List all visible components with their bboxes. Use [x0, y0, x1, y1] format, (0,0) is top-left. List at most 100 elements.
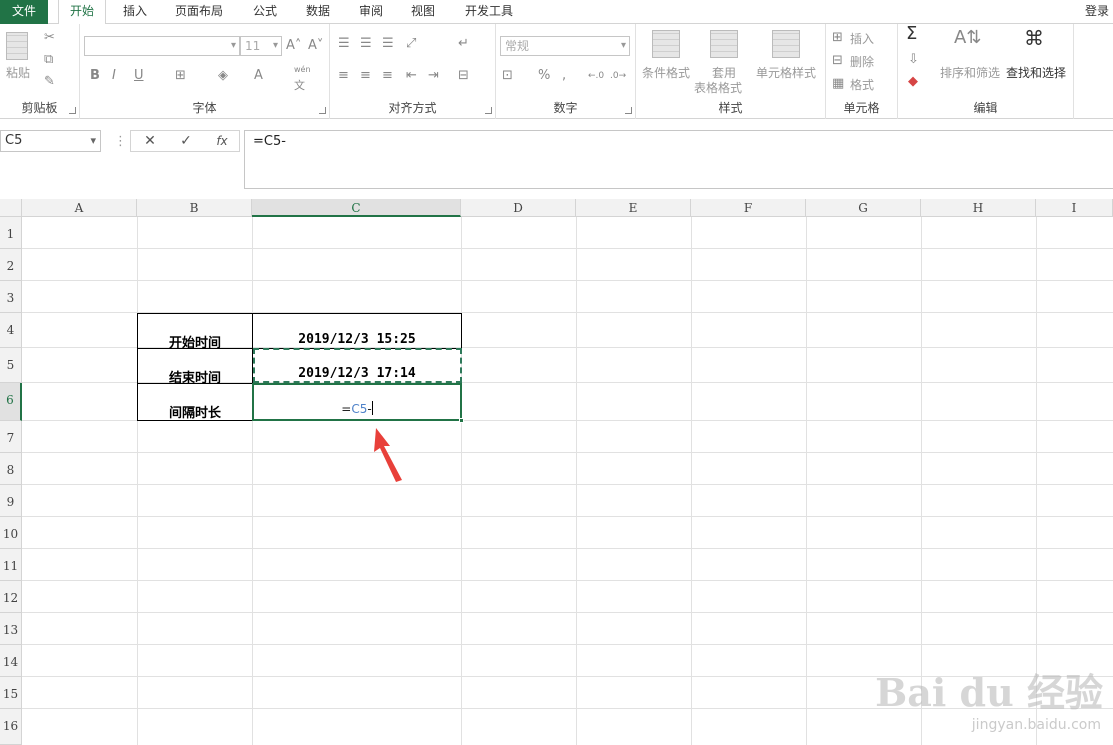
align-left-icon[interactable]: ≡: [338, 68, 349, 84]
comma-button[interactable]: ,: [562, 68, 566, 84]
increase-decimal-icon[interactable]: ←.0: [588, 68, 604, 84]
column-header-i[interactable]: I: [1036, 199, 1113, 217]
cell-b4-start-label[interactable]: 开始时间: [137, 313, 253, 351]
column-header-d[interactable]: D: [461, 199, 576, 217]
tab-file[interactable]: 文件: [0, 0, 48, 24]
column-header-g[interactable]: G: [806, 199, 921, 217]
format-painter-icon[interactable]: ✎: [44, 74, 55, 90]
align-right-icon[interactable]: ≡: [382, 68, 393, 84]
formula-input[interactable]: =C5-: [244, 130, 1113, 189]
format-cells-button[interactable]: 格式: [850, 76, 874, 93]
row-header-7[interactable]: 7: [0, 421, 22, 453]
align-bottom-icon[interactable]: ☰: [382, 36, 394, 52]
tab-developer[interactable]: 开发工具: [456, 0, 522, 24]
cell-c5-end-value[interactable]: 2019/12/3 17:14: [252, 348, 462, 384]
align-top-icon[interactable]: ☰: [338, 36, 350, 52]
row-header-16[interactable]: 16: [0, 709, 22, 745]
align-center-icon[interactable]: ≡: [360, 68, 371, 84]
column-header-a[interactable]: A: [22, 199, 137, 217]
merge-center-icon[interactable]: ⊟: [458, 68, 469, 84]
underline-button[interactable]: U: [134, 68, 144, 84]
gridline-h: [22, 580, 1113, 581]
insert-function-button[interactable]: fx: [207, 131, 237, 151]
copy-icon[interactable]: ⧉: [44, 52, 53, 68]
paste-button[interactable]: 粘贴: [6, 64, 30, 81]
increase-indent-icon[interactable]: ⇥: [428, 68, 439, 84]
font-size-combo[interactable]: 11: [240, 36, 282, 56]
tab-review[interactable]: 审阅: [348, 0, 394, 24]
tab-home[interactable]: 开始: [58, 0, 106, 25]
decrease-font-icon[interactable]: A˅: [308, 38, 323, 54]
row-header-8[interactable]: 8: [0, 453, 22, 485]
row-header-15[interactable]: 15: [0, 677, 22, 709]
alignment-launcher-icon[interactable]: [485, 107, 492, 114]
autosum-icon[interactable]: Σ: [906, 25, 917, 43]
phonetic-icon[interactable]: wén 文: [294, 62, 311, 94]
font-name-combo[interactable]: [84, 36, 240, 56]
gridline-h: [22, 280, 1113, 281]
number-launcher-icon[interactable]: [625, 107, 632, 114]
clipboard-launcher-icon[interactable]: [69, 107, 76, 114]
row-header-13[interactable]: 13: [0, 613, 22, 645]
row-header-10[interactable]: 10: [0, 517, 22, 549]
column-header-f[interactable]: F: [691, 199, 806, 217]
ribbon-home: 粘贴 ✂ ⧉ ✎ 剪贴板 11 A˄ A˅ B I U ⊞ ◈ A wén 文 …: [0, 24, 1113, 119]
column-header-h[interactable]: H: [921, 199, 1036, 217]
row-header-11[interactable]: 11: [0, 549, 22, 581]
column-header-c[interactable]: C: [252, 199, 461, 217]
font-launcher-icon[interactable]: [319, 107, 326, 114]
border-icon[interactable]: ⊞: [175, 68, 186, 84]
tab-insert[interactable]: 插入: [112, 0, 158, 24]
row-header-1[interactable]: 1: [0, 217, 22, 249]
cancel-formula-button[interactable]: ✕: [135, 131, 165, 151]
font-color-icon[interactable]: A: [254, 68, 263, 84]
delete-cells-button[interactable]: 删除: [850, 53, 874, 70]
fill-color-icon[interactable]: ◈: [218, 68, 228, 84]
row-header-3[interactable]: 3: [0, 281, 22, 313]
paste-icon: [6, 32, 28, 60]
decrease-indent-icon[interactable]: ⇤: [406, 68, 417, 84]
fill-icon[interactable]: ⇩: [908, 52, 919, 68]
fill-handle[interactable]: [459, 418, 464, 423]
orientation-icon[interactable]: ⤢: [406, 36, 416, 52]
row-header-9[interactable]: 9: [0, 485, 22, 517]
cell-b6-interval-label[interactable]: 间隔时长: [137, 383, 253, 421]
find-select-button[interactable]: 查找和选择: [1006, 64, 1066, 81]
cell-b5-end-label[interactable]: 结束时间: [137, 348, 253, 386]
tab-formulas[interactable]: 公式: [242, 0, 288, 24]
italic-button[interactable]: I: [112, 68, 116, 84]
increase-font-icon[interactable]: A˄: [286, 38, 301, 54]
column-header-b[interactable]: B: [137, 199, 252, 217]
row-header-4[interactable]: 4: [0, 313, 22, 348]
conditional-format-button[interactable]: 条件格式: [642, 64, 690, 81]
format-as-table-line2[interactable]: 表格格式: [694, 79, 742, 96]
insert-cells-button[interactable]: 插入: [850, 30, 874, 47]
percent-button[interactable]: %: [538, 68, 550, 84]
currency-icon[interactable]: ⊡: [502, 68, 513, 84]
name-box[interactable]: C5: [0, 130, 101, 152]
row-header-2[interactable]: 2: [0, 249, 22, 281]
edit-ref: C5: [351, 402, 368, 416]
decrease-decimal-icon[interactable]: .0→: [610, 68, 626, 84]
bold-button[interactable]: B: [90, 68, 100, 84]
cell-styles-button[interactable]: 单元格样式: [756, 64, 816, 81]
tab-view[interactable]: 视图: [400, 0, 446, 24]
number-format-combo[interactable]: 常规: [500, 36, 630, 56]
row-header-14[interactable]: 14: [0, 645, 22, 677]
wrap-text-icon[interactable]: ↵: [458, 36, 469, 52]
cell-c4-start-value[interactable]: 2019/12/3 15:25: [252, 313, 462, 349]
cell-c6-active-editing[interactable]: =C5-: [252, 383, 462, 421]
clear-icon[interactable]: ◆: [908, 74, 918, 90]
cut-icon[interactable]: ✂: [44, 30, 55, 46]
column-header-e[interactable]: E: [576, 199, 691, 217]
row-header-5[interactable]: 5: [0, 348, 22, 383]
enter-formula-button[interactable]: ✓: [171, 131, 201, 151]
tab-page-layout[interactable]: 页面布局: [164, 0, 234, 24]
select-all-corner[interactable]: [0, 199, 22, 217]
tab-data[interactable]: 数据: [295, 0, 341, 24]
sort-filter-button[interactable]: 排序和筛选: [940, 64, 1000, 81]
row-header-12[interactable]: 12: [0, 581, 22, 613]
login-link[interactable]: 登录: [1085, 2, 1109, 19]
row-header-6[interactable]: 6: [0, 383, 22, 421]
align-middle-icon[interactable]: ☰: [360, 36, 372, 52]
